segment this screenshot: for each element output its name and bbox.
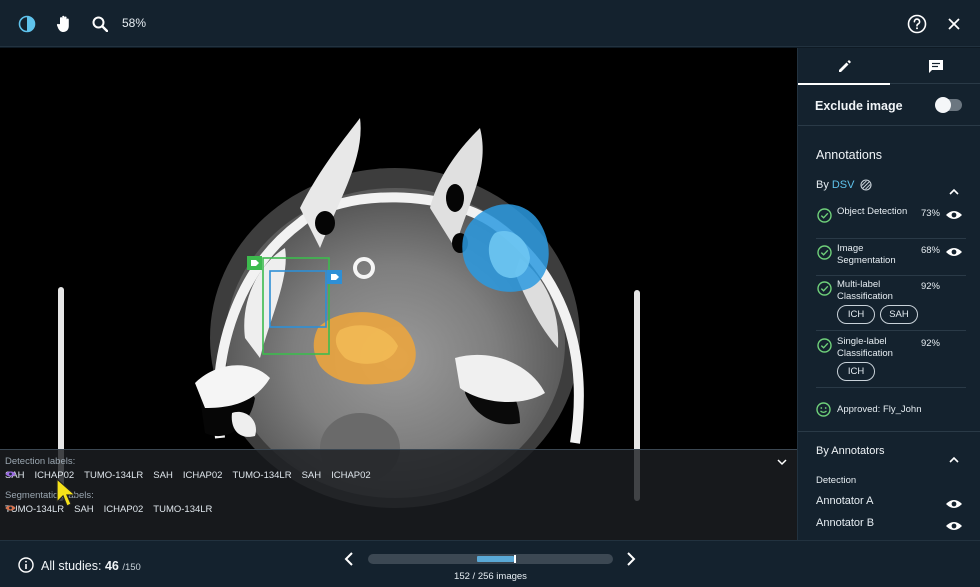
segmentation-labels-list: TUMO-134LR SAH ICHAP02 TUMO-134LR xyxy=(5,504,212,515)
studies-total: /150 xyxy=(122,562,141,573)
label-toggle[interactable]: SAH xyxy=(5,470,322,481)
annotation-name: Object Detection xyxy=(837,206,908,217)
collapse-annotators-chevron-icon[interactable] xyxy=(949,450,959,468)
annotation-name: Multi-label Classification xyxy=(837,279,893,302)
contrast-icon[interactable] xyxy=(16,13,38,35)
pencil-icon xyxy=(838,59,851,72)
exclude-image-toggle[interactable] xyxy=(935,97,962,113)
annotation-name: Single-label Classification xyxy=(837,336,893,359)
classification-chip[interactable]: ICH xyxy=(837,305,875,324)
image-slider[interactable] xyxy=(368,554,613,564)
label-text: SAH xyxy=(153,470,173,481)
approved-text: Approved: Fly_John xyxy=(837,404,922,415)
sidebar-tabs xyxy=(798,48,980,85)
annotations-title: Annotations xyxy=(816,148,883,162)
studies-label: All studies: xyxy=(41,559,102,573)
label-toggle[interactable]: TUMO-134LR xyxy=(5,504,213,515)
classification-chip[interactable]: ICH xyxy=(837,362,875,381)
top-toolbar: 58% xyxy=(0,0,980,47)
eye-icon[interactable] xyxy=(945,519,963,537)
by-source-name[interactable]: DSV xyxy=(832,179,855,191)
smiley-icon xyxy=(816,402,831,417)
label-text: SAH xyxy=(301,470,322,481)
annotation-item: Image Segmentation 68% xyxy=(816,243,966,276)
info-icon[interactable] xyxy=(18,557,34,578)
slider-thumb[interactable] xyxy=(514,555,516,563)
label-text: TUMO-134LR xyxy=(232,470,292,481)
image-viewer[interactable]: Detection labels: SAH ICHAP02 TUMO-134LR SA… xyxy=(0,48,797,540)
labels-panel: Detection labels: SAH ICHAP02 TUMO-134LR SA… xyxy=(0,449,797,540)
help-icon[interactable] xyxy=(906,13,928,35)
eye-icon xyxy=(5,471,16,477)
slider-range xyxy=(477,556,514,562)
annotation-item: Multi-label Classification 92% ICH SAH xyxy=(816,279,966,331)
approved-row: Approved: Fly_John xyxy=(816,402,922,417)
close-icon[interactable] xyxy=(943,13,965,35)
comment-icon xyxy=(929,59,943,73)
check-circle-icon xyxy=(817,338,832,358)
label-toggle[interactable]: SAH xyxy=(5,470,173,481)
all-studies-counter: All studies: 46 /150 xyxy=(41,559,141,573)
tab-edit[interactable] xyxy=(798,48,890,85)
next-image-chevron-icon[interactable] xyxy=(626,552,636,571)
detection-subtitle: Detection xyxy=(816,475,857,486)
label-toggle[interactable]: TUMO-134LR xyxy=(5,470,144,481)
hatched-circle-icon xyxy=(860,179,873,191)
annotation-percent: 68% xyxy=(920,245,940,256)
check-circle-icon xyxy=(817,245,832,265)
annotation-name: Image Segmentation xyxy=(837,243,896,266)
by-annotators-title: By Annotators xyxy=(816,445,885,457)
exclude-image-row: Exclude image xyxy=(798,84,980,126)
tab-comments[interactable] xyxy=(890,48,980,84)
divider xyxy=(798,431,980,432)
check-circle-icon xyxy=(817,281,832,301)
annotation-percent: 92% xyxy=(920,338,940,349)
zoom-level: 58% xyxy=(122,16,147,30)
annotator-name[interactable]: Annotator A xyxy=(816,495,874,507)
label-toggle[interactable]: ICHAP02 xyxy=(5,470,223,481)
annotator-name[interactable]: Annotator B xyxy=(816,517,874,529)
eye-icon[interactable] xyxy=(945,208,963,226)
classification-chip[interactable]: SAH xyxy=(880,305,918,324)
right-sidebar: Exclude image Annotations By DSV Object … xyxy=(797,48,980,540)
by-source-row[interactable]: By DSV xyxy=(816,179,873,191)
label-toggle[interactable]: ICHAP02 xyxy=(5,504,144,515)
image-count: 152 / 256 images xyxy=(454,571,527,582)
label-toggle[interactable]: ICHAP02 xyxy=(5,470,371,481)
label-text: TUMO-134LR xyxy=(153,504,213,515)
eye-icon xyxy=(5,505,16,511)
annotation-percent: 92% xyxy=(920,281,940,292)
bottom-bar: All studies: 46 /150 152 / 256 images xyxy=(0,540,980,587)
annotation-percent: 73% xyxy=(920,208,940,219)
annotation-item: Single-label Classification 92% ICH xyxy=(816,336,966,388)
hand-pan-icon[interactable] xyxy=(53,13,75,35)
eye-icon[interactable] xyxy=(945,497,963,515)
prev-image-chevron-icon[interactable] xyxy=(344,552,354,571)
zoom-icon[interactable] xyxy=(89,13,111,35)
studies-current: 46 xyxy=(104,559,119,573)
collapse-dsv-chevron-icon[interactable] xyxy=(949,182,959,200)
detection-labels-title: Detection labels: xyxy=(5,456,76,467)
annotation-item: Object Detection 73% xyxy=(816,206,966,239)
eye-icon[interactable] xyxy=(945,245,963,263)
toggle-knob xyxy=(935,97,951,113)
label-text: ICHAP02 xyxy=(331,470,371,481)
label-text: ICHAP02 xyxy=(182,470,223,481)
label-text: TUMO-134LR xyxy=(84,470,144,481)
exclude-image-label: Exclude image xyxy=(815,99,903,113)
segmentation-labels-title: Segmentation labels: xyxy=(5,490,94,501)
label-text: ICHAP02 xyxy=(103,504,144,515)
check-circle-icon xyxy=(817,208,832,228)
by-prefix: By xyxy=(816,179,829,191)
label-toggle[interactable]: TUMO-134LR xyxy=(5,470,292,481)
